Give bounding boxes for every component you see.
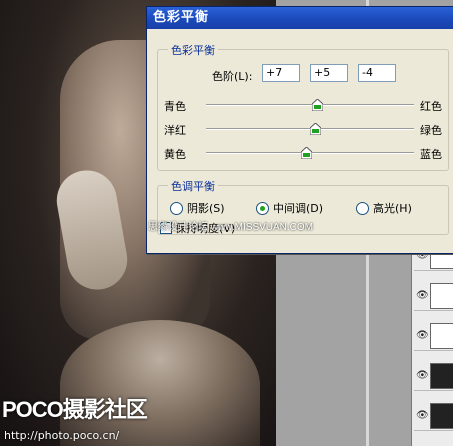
layer-thumbnail <box>430 323 453 349</box>
color-balance-dialog: 色彩平衡 色彩平衡 色阶(L): 青色 红色 洋红 绿色 黄色 蓝色 色调平衡 <box>146 6 453 254</box>
layer-thumbnail <box>430 283 453 309</box>
radio-midtones-label: 中间调(D) <box>273 202 324 215</box>
layer-row[interactable]: 👁 <box>414 400 453 431</box>
radio-shadows-label: 阴影(S) <box>187 202 225 215</box>
radio-midtones[interactable]: 中间调(D) <box>256 200 323 216</box>
radio-highlights[interactable]: 高光(H) <box>356 200 412 216</box>
layer-thumbnail <box>430 403 453 429</box>
layer-thumbnail <box>430 363 453 389</box>
slider-label-green: 绿色 <box>420 124 442 137</box>
levels-label: 色阶(L): <box>212 70 253 83</box>
slider-track-cyan-red[interactable] <box>206 104 414 106</box>
radio-midtones-indicator[interactable] <box>256 201 269 215</box>
photo-body <box>60 320 260 446</box>
layer-row[interactable]: 👁 <box>414 320 453 351</box>
slider-label-blue: 蓝色 <box>420 148 442 161</box>
layer-row[interactable]: 👁 <box>414 360 453 391</box>
slider-thumb-magenta-green[interactable] <box>310 123 322 135</box>
level-input-yellow-blue[interactable] <box>358 64 396 82</box>
radio-shadows[interactable]: 阴影(S) <box>170 200 225 216</box>
level-input-cyan-red[interactable] <box>262 64 300 82</box>
slider-thumb-yellow-blue[interactable] <box>300 147 312 159</box>
layer-row[interactable]: 👁 <box>414 280 453 311</box>
eye-icon[interactable]: 👁 <box>416 370 429 381</box>
dialog-title[interactable]: 色彩平衡 <box>147 7 453 29</box>
radio-shadows-indicator[interactable] <box>170 201 183 215</box>
color-balance-group: 色彩平衡 色阶(L): 青色 红色 洋红 绿色 黄色 蓝色 <box>157 42 449 171</box>
eye-icon[interactable]: 👁 <box>416 330 429 341</box>
layers-panel: 👁 👁 👁 👁 👁 <box>411 240 453 446</box>
watermark-url: http://photo.poco.cn/ <box>4 429 120 442</box>
forum-watermark: 思缘设计论坛 www.MISSVUAN.COM <box>148 222 314 233</box>
radio-highlights-indicator[interactable] <box>356 201 369 215</box>
slider-label-red: 红色 <box>420 100 442 113</box>
radio-highlights-label: 高光(H) <box>373 202 412 215</box>
color-balance-legend: 色彩平衡 <box>168 42 218 58</box>
eye-icon[interactable]: 👁 <box>416 410 429 421</box>
eye-icon[interactable]: 👁 <box>416 290 429 301</box>
tone-balance-legend: 色调平衡 <box>168 178 218 194</box>
slider-label-yellow: 黄色 <box>164 148 186 161</box>
level-input-magenta-green[interactable] <box>310 64 348 82</box>
watermark-brand: POCO摄影社区 <box>2 397 148 422</box>
slider-label-magenta: 洋红 <box>164 124 186 137</box>
slider-thumb-cyan-red[interactable] <box>312 99 324 111</box>
slider-label-cyan: 青色 <box>164 100 186 113</box>
